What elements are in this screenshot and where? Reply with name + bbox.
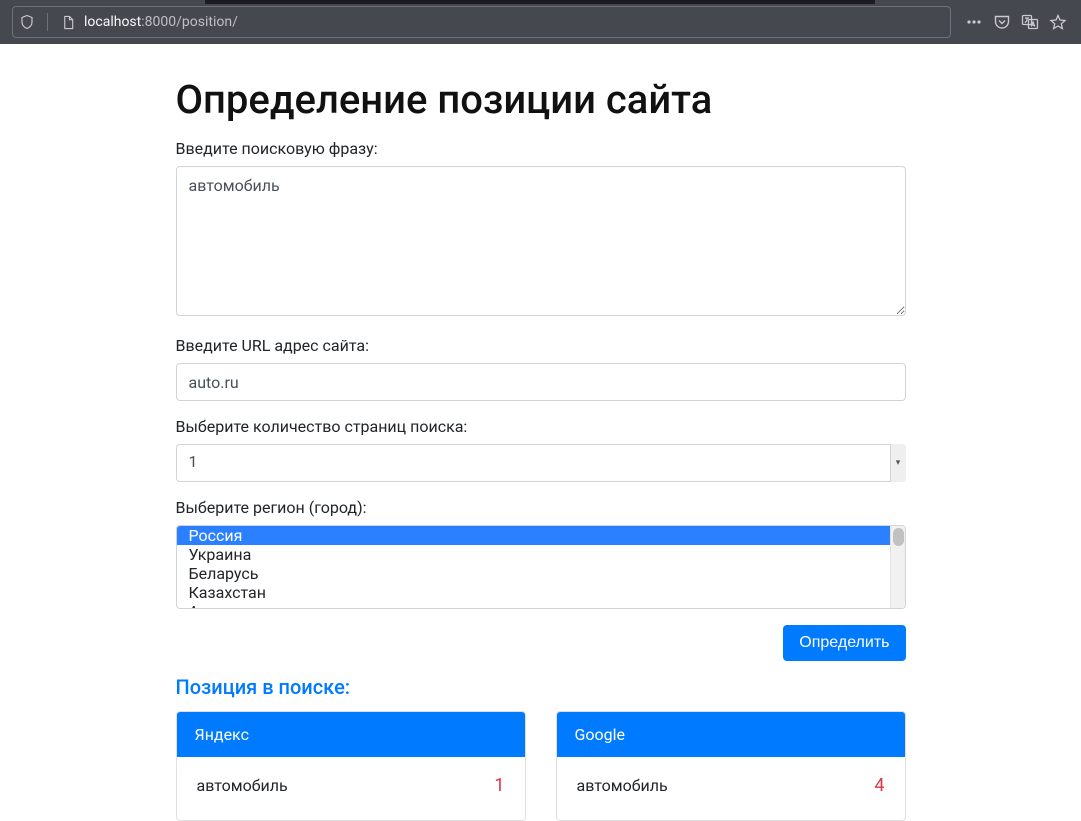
region-label: Выберите регион (город): xyxy=(176,498,906,517)
submit-row: Определить xyxy=(176,625,906,661)
separator xyxy=(47,13,48,31)
phrase-label: Введите поисковую фразу: xyxy=(176,139,906,158)
browser-address-bar: localhost:8000/position/ xyxy=(0,0,1081,44)
region-option[interactable]: Украина xyxy=(177,545,890,564)
url-input[interactable] xyxy=(176,363,906,401)
pocket-icon[interactable] xyxy=(993,13,1011,31)
tab-strip-shadow xyxy=(205,0,875,4)
url-group: Введите URL адрес сайта: xyxy=(176,336,906,401)
bookmark-star-icon[interactable] xyxy=(1049,13,1067,31)
phrase-input[interactable] xyxy=(176,166,906,316)
phrase-group: Введите поисковую фразу: xyxy=(176,139,906,320)
url-host: localhost xyxy=(84,14,141,30)
pages-label: Выберите количество страниц поиска: xyxy=(176,417,906,436)
pages-select[interactable]: 1 xyxy=(176,444,906,482)
results-cards: Яндекс автомобиль 1 Google автомобиль 4 xyxy=(176,711,906,821)
page-title: Определение позиции сайта xyxy=(176,76,906,123)
shield-icon xyxy=(19,14,35,30)
toolbar-right xyxy=(955,13,1073,31)
page-icon xyxy=(60,14,76,30)
scrollbar[interactable] xyxy=(890,526,905,608)
scrollbar-thumb[interactable] xyxy=(893,528,904,546)
result-position: 1 xyxy=(494,775,504,796)
url-path: :8000/position/ xyxy=(141,14,238,30)
region-option[interactable]: Россия xyxy=(177,526,890,545)
result-card-google: Google автомобиль 4 xyxy=(556,711,906,821)
region-group: Выберите регион (город): Россия Украина … xyxy=(176,498,906,609)
region-option[interactable]: А xyxy=(177,602,890,608)
region-option[interactable]: Казахстан xyxy=(177,583,890,602)
result-term: автомобиль xyxy=(577,776,668,795)
result-term: автомобиль xyxy=(197,776,288,795)
url-label: Введите URL адрес сайта: xyxy=(176,336,906,355)
url-text: localhost:8000/position/ xyxy=(84,14,944,30)
submit-button[interactable]: Определить xyxy=(783,625,905,661)
result-position: 4 xyxy=(874,775,884,796)
card-header: Google xyxy=(557,712,905,757)
translate-icon[interactable] xyxy=(1021,13,1039,31)
card-header: Яндекс xyxy=(177,712,525,757)
result-card-yandex: Яндекс автомобиль 1 xyxy=(176,711,526,821)
more-icon[interactable] xyxy=(965,13,983,31)
pages-group: Выберите количество страниц поиска: 1 ▾ xyxy=(176,417,906,482)
url-bar[interactable]: localhost:8000/position/ xyxy=(12,6,951,38)
region-option[interactable]: Беларусь xyxy=(177,564,890,583)
results-heading: Позиция в поиске: xyxy=(176,675,906,699)
region-listbox[interactable]: Россия Украина Беларусь Казахстан А xyxy=(176,525,906,609)
main-container: Определение позиции сайта Введите поиско… xyxy=(176,44,906,821)
